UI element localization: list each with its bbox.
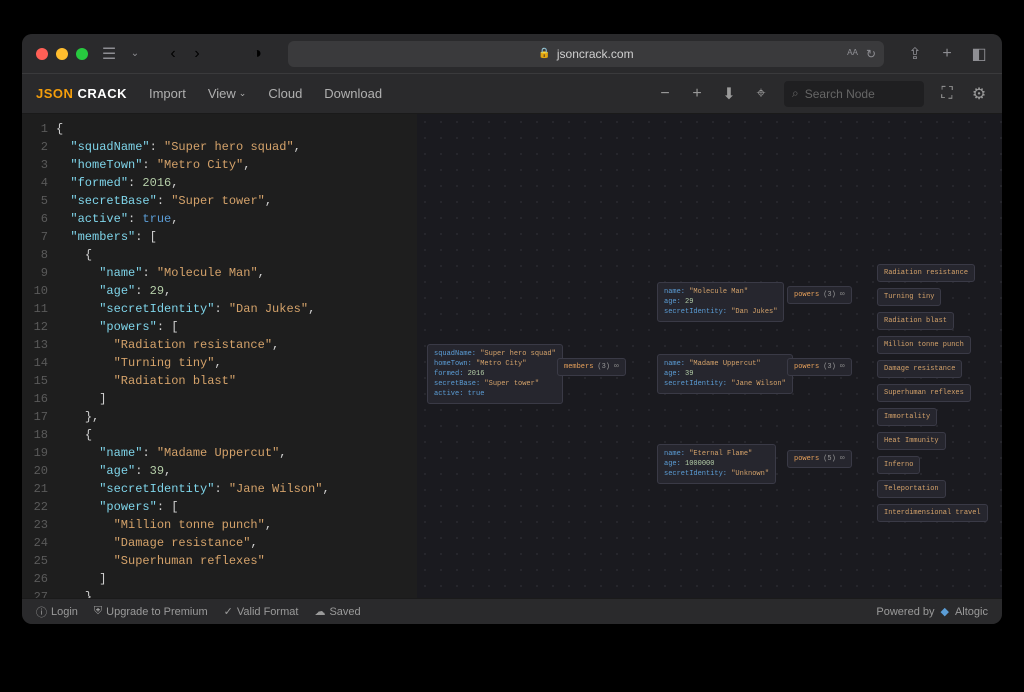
graph-powers-array-1[interactable]: powers (3) ∞: [787, 358, 852, 376]
app-toolbar: JSON CRACK Import View⌄ Cloud Download −…: [22, 74, 1002, 114]
menu-download[interactable]: Download: [324, 86, 382, 101]
user-icon: ⓘ: [36, 604, 47, 620]
valid-format-status: ✓Valid Format: [224, 605, 299, 618]
reader-icon[interactable]: ᴬᴬ: [847, 47, 858, 61]
maximize-window-button[interactable]: [76, 48, 88, 60]
login-button[interactable]: ⓘLogin: [36, 604, 78, 620]
graph-power-leaf-2-0[interactable]: Immortality: [877, 408, 937, 426]
minimize-window-button[interactable]: [56, 48, 68, 60]
graph-power-leaf-0-2[interactable]: Radiation blast: [877, 312, 954, 330]
line-gutter: 1234567891011121314151617181920212223242…: [22, 114, 56, 598]
upgrade-button[interactable]: ⛨Upgrade to Premium: [94, 605, 208, 618]
graph-power-leaf-2-4[interactable]: Interdimensional travel: [877, 504, 988, 522]
shield-icon: ⛨: [94, 605, 102, 618]
download-icon[interactable]: ⬇: [720, 85, 738, 103]
url-text: jsoncrack.com: [557, 47, 634, 61]
menu-import[interactable]: Import: [149, 86, 186, 101]
center-icon[interactable]: ⌖: [752, 85, 770, 103]
graph-view[interactable]: squadName: "Super hero squad"homeTown: "…: [417, 114, 1002, 598]
graph-powers-array-2[interactable]: powers (5) ∞: [787, 450, 852, 468]
back-button[interactable]: ‹: [164, 45, 182, 63]
graph-power-leaf-0-0[interactable]: Radiation resistance: [877, 264, 975, 282]
search-icon: ⌕: [792, 86, 799, 101]
graph-power-leaf-2-3[interactable]: Teleportation: [877, 480, 946, 498]
chevron-down-icon[interactable]: ⌄: [126, 45, 144, 63]
code-content[interactable]: { "squadName": "Super hero squad", "home…: [56, 114, 417, 598]
menu-cloud[interactable]: Cloud: [268, 86, 302, 101]
graph-power-leaf-1-2[interactable]: Superhuman reflexes: [877, 384, 971, 402]
browser-titlebar: ☰ ⌄ ‹ › ◑ 🔒 jsoncrack.com ᴬᴬ ↻ ⇪ + ◧: [22, 34, 1002, 74]
saved-status: ☁Saved: [314, 605, 360, 618]
search-node-input[interactable]: ⌕ Search Node: [784, 81, 924, 107]
reload-icon[interactable]: ↻: [866, 47, 876, 61]
graph-member-node-2[interactable]: name: "Eternal Flame"age: 1000000secretI…: [657, 444, 776, 484]
graph-root-node[interactable]: squadName: "Super hero squad"homeTown: "…: [427, 344, 563, 404]
new-tab-icon[interactable]: +: [938, 45, 956, 63]
graph-member-node-1[interactable]: name: "Madame Uppercut"age: 39secretIden…: [657, 354, 793, 394]
chevron-down-icon: ⌄: [239, 88, 247, 99]
tabs-icon[interactable]: ◧: [970, 45, 988, 63]
graph-power-leaf-1-1[interactable]: Damage resistance: [877, 360, 962, 378]
sidebar-icon[interactable]: ☰: [100, 45, 118, 63]
code-editor[interactable]: 1234567891011121314151617181920212223242…: [22, 114, 417, 598]
share-icon[interactable]: ⇪: [906, 45, 924, 63]
forward-button[interactable]: ›: [188, 45, 206, 63]
fullscreen-icon[interactable]: ⛶: [938, 85, 956, 103]
graph-power-leaf-0-1[interactable]: Turning tiny: [877, 288, 941, 306]
graph-power-leaf-2-1[interactable]: Heat Immunity: [877, 432, 946, 450]
zoom-out-icon[interactable]: −: [656, 85, 674, 103]
graph-members-array[interactable]: members (3) ∞: [557, 358, 626, 376]
powered-by[interactable]: Powered by ◆ Altogic: [876, 605, 988, 618]
status-bar: ⓘLogin ⛨Upgrade to Premium ✓Valid Format…: [22, 598, 1002, 624]
url-bar[interactable]: 🔒 jsoncrack.com ᴬᴬ ↻: [288, 41, 884, 67]
shield-icon[interactable]: ◑: [248, 45, 266, 63]
app-logo[interactable]: JSON CRACK: [36, 86, 127, 101]
zoom-in-icon[interactable]: +: [688, 85, 706, 103]
close-window-button[interactable]: [36, 48, 48, 60]
graph-member-node-0[interactable]: name: "Molecule Man"age: 29secretIdentit…: [657, 282, 784, 322]
check-icon: ✓: [224, 605, 233, 618]
cloud-icon: ☁: [314, 605, 325, 618]
altogic-icon: ◆: [941, 605, 949, 618]
settings-icon[interactable]: ⚙: [970, 85, 988, 103]
lock-icon: 🔒: [538, 48, 550, 59]
menu-view[interactable]: View⌄: [208, 86, 247, 101]
graph-powers-array-0[interactable]: powers (3) ∞: [787, 286, 852, 304]
graph-power-leaf-2-2[interactable]: Inferno: [877, 456, 920, 474]
graph-power-leaf-1-0[interactable]: Million tonne punch: [877, 336, 971, 354]
